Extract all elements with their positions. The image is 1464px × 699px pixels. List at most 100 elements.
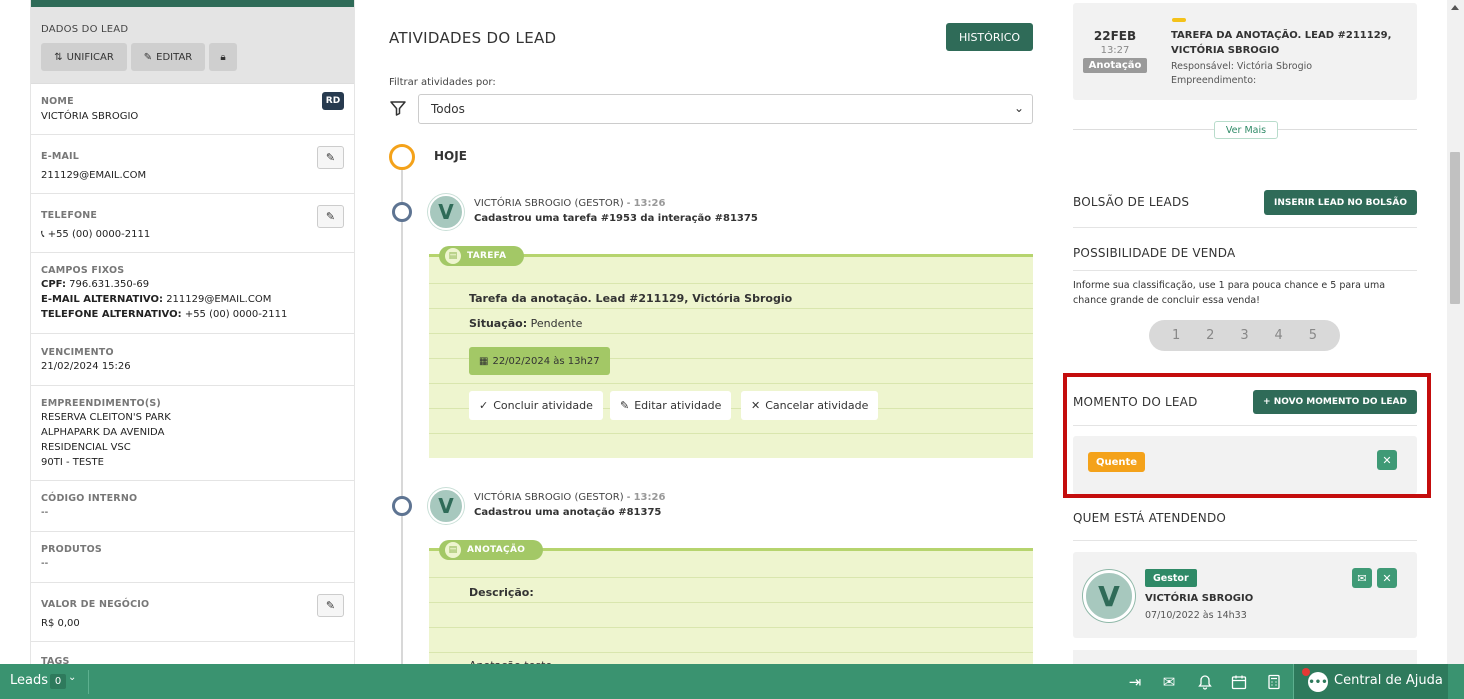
avatar: V	[428, 194, 464, 230]
task-card: ▤ TAREFA Tarefa da anotação. Lead #21112…	[429, 246, 1033, 458]
field-name: NOME VICTÓRIA SBROGIO RD	[31, 84, 354, 135]
projects-list: RESERVA CLEITON'S PARK ALPHAPARK DA AVEN…	[41, 410, 344, 470]
lead-data-panel: DADOS DO LEAD ⇅ UNIFICAR ✎ EDITAR 🔒︎ NOM…	[30, 0, 355, 664]
event-meta: Responsável: Victória Sbrogio Empreendim…	[1171, 61, 1313, 86]
products-value: --	[41, 558, 49, 569]
phone-icon: 📞︎	[41, 229, 45, 240]
code-label: CÓDIGO INTERNO	[41, 493, 138, 504]
unify-button[interactable]: ⇅ UNIFICAR	[41, 43, 127, 71]
deal-value-label: VALOR DE NEGÓCIO	[41, 599, 150, 610]
event-title: TAREFA DA ANOTAÇÃO. LEAD #211129, VICTÓR…	[1171, 30, 1392, 56]
timeline-dot	[392, 496, 412, 516]
chevron-down-icon[interactable]: ⌄	[68, 672, 76, 683]
lead-page: DADOS DO LEAD ⇅ UNIFICAR ✎ EDITAR 🔒︎ NOM…	[0, 0, 1464, 699]
exit-arrow-icon[interactable]: ⇥	[1125, 672, 1145, 692]
email-attendant-button[interactable]: ✉	[1352, 568, 1372, 588]
cancel-activity-button[interactable]: ✕ Cancelar atividade	[741, 391, 879, 420]
timeline-line	[401, 168, 403, 668]
field-fixed: CAMPOS FIXOS CPF: 796.631.350-69 E-MAIL …	[31, 253, 354, 334]
edit-activity-button[interactable]: ✎ Editar atividade	[610, 391, 732, 420]
rating-option[interactable]: 1	[1172, 328, 1180, 343]
field-tags: TAGS	[31, 642, 354, 664]
due-label: VENCIMENTO	[41, 347, 114, 358]
rating-option[interactable]: 3	[1240, 328, 1248, 343]
name-label: NOME	[41, 96, 74, 107]
project-item: 90TI - TESTE	[41, 457, 104, 468]
document-icon: ▤	[445, 248, 461, 264]
history-button[interactable]: HISTÓRICO	[946, 23, 1033, 51]
complete-activity-button[interactable]: ✓ Concluir atividade	[469, 391, 603, 420]
lock-icon: 🔒︎	[220, 51, 226, 63]
note-description-label: Descrição:	[469, 586, 534, 599]
panel-top-bar	[31, 0, 354, 7]
phone-value: 📞︎ +55 (00) 0000-2111	[41, 229, 151, 240]
chat-bubble-icon: •••	[1308, 672, 1328, 692]
activities-panel: ATIVIDADES DO LEAD HISTÓRICO Filtrar ati…	[389, 0, 1033, 672]
remove-attendant-button[interactable]: ✕	[1377, 568, 1397, 588]
insert-pool-button[interactable]: INSERIR LEAD NO BOLSÃO	[1264, 190, 1417, 215]
leads-menu-label[interactable]: Leads	[10, 673, 48, 688]
rating-option[interactable]: 2	[1206, 328, 1214, 343]
divider	[88, 670, 89, 694]
role-badge: Gestor	[1145, 569, 1197, 587]
timeline-dot	[392, 202, 412, 222]
see-more-button[interactable]: Ver Mais	[1214, 121, 1278, 139]
rating-option[interactable]: 4	[1275, 328, 1283, 343]
merge-icon: ⇅	[54, 51, 63, 63]
field-code: CÓDIGO INTERNO --	[31, 481, 354, 532]
rating-option[interactable]: 5	[1309, 328, 1317, 343]
edit-button[interactable]: ✎ EDITAR	[131, 43, 205, 71]
mail-star-icon[interactable]: ✉	[1159, 672, 1179, 692]
edit-phone-button[interactable]: ✎	[317, 205, 344, 228]
due-value: 21/02/2024 15:26	[41, 361, 131, 372]
document-icon: ▤	[445, 542, 461, 558]
today-label: HOJE	[434, 149, 467, 163]
sale-rating: 1 2 3 4 5	[1149, 320, 1340, 351]
chevron-down-icon: ⌄	[1013, 101, 1024, 115]
avatar: V	[428, 488, 464, 524]
activity-filter-select[interactable]: Todos ⌄	[418, 94, 1033, 124]
check-icon: ✓	[479, 399, 489, 412]
calendar-icon[interactable]	[1229, 672, 1249, 692]
bell-icon[interactable]	[1195, 672, 1215, 692]
rd-station-badge: RD	[322, 92, 344, 110]
activity-author: VICTÓRIA SBROGIO (GESTOR) - 13:26	[474, 198, 666, 209]
project-item: ALPHAPARK DA AVENIDA	[41, 427, 165, 438]
field-due: VENCIMENTO 21/02/2024 15:26	[31, 334, 354, 386]
attendant-date: 07/10/2022 às 14h33	[1145, 610, 1247, 621]
scrollbar-thumb[interactable]	[1450, 152, 1460, 304]
help-center-button[interactable]: ••• Central de Ajuda	[1293, 664, 1448, 699]
edit-email-button[interactable]: ✎	[317, 146, 344, 169]
leads-count-badge: 0	[50, 674, 66, 689]
sidebar-panel: 22FEB 13:27 Anotação TAREFA DA ANOTAÇÃO.…	[1073, 0, 1417, 670]
close-icon: ✕	[751, 399, 761, 412]
deal-value: R$ 0,00	[41, 618, 80, 629]
task-tag: ▤ TAREFA	[439, 246, 525, 266]
fixed-fields-values: CPF: 796.631.350-69 E-MAIL ALTERNATIVO: …	[41, 279, 288, 320]
attendant-card: V Gestor VICTÓRIA SBROGIO 07/10/2022 às …	[1073, 552, 1417, 638]
filter-label: Filtrar atividades por:	[389, 77, 496, 88]
today-marker	[389, 144, 415, 170]
name-value: VICTÓRIA SBROGIO	[41, 111, 139, 122]
scroll-up-arrow-icon[interactable]	[1451, 5, 1459, 10]
upcoming-event-card[interactable]: 22FEB 13:27 Anotação TAREFA DA ANOTAÇÃO.…	[1073, 3, 1417, 100]
field-email: E-MAIL 211129@EMAIL.COM ✎	[31, 135, 354, 194]
fixed-fields-label: CAMPOS FIXOS	[41, 265, 125, 276]
projects-label: EMPREENDIMENTO(S)	[41, 398, 161, 409]
pencil-icon: ✎	[620, 399, 630, 412]
field-phone: TELEFONE 📞︎ +55 (00) 0000-2111 ✎	[31, 194, 354, 253]
bottom-bar: Leads 0 ⌄ ⇥ ✉ ••• Central de Ajuda	[0, 664, 1464, 699]
divider	[1073, 227, 1417, 228]
notification-dot	[1302, 668, 1310, 676]
sale-possibility-title: POSSIBILIDADE DE VENDA	[1073, 246, 1236, 260]
phone-label: TELEFONE	[41, 210, 98, 221]
edit-deal-value-button[interactable]: ✎	[317, 594, 344, 617]
scrollbar[interactable]	[1447, 0, 1464, 664]
lock-button[interactable]: 🔒︎	[209, 43, 237, 71]
code-value: --	[41, 507, 49, 518]
tags-label: TAGS	[41, 656, 70, 664]
lead-data-header: DADOS DO LEAD ⇅ UNIFICAR ✎ EDITAR 🔒︎	[31, 7, 354, 84]
products-label: PRODUTOS	[41, 544, 102, 555]
calculator-icon[interactable]	[1264, 672, 1284, 692]
event-date: 22FEB 13:27 Anotação	[1083, 29, 1147, 73]
